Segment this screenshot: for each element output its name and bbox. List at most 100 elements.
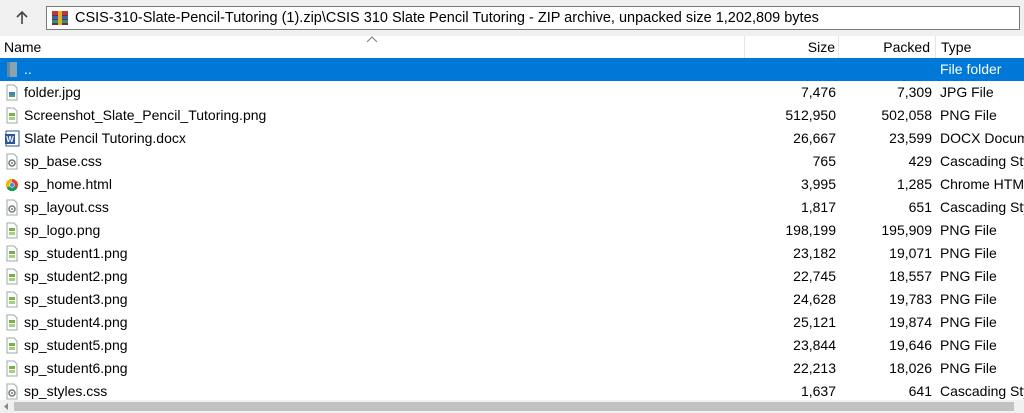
- list-item[interactable]: sp_student6.png 22,213 18,026 PNG File: [0, 357, 1024, 380]
- file-packed-size: 7,309: [896, 84, 932, 100]
- column-header-type[interactable]: Type: [941, 36, 971, 58]
- chrome-html-icon: [4, 176, 20, 193]
- file-type: Cascading Sty: [940, 153, 1024, 169]
- file-size: 512,950: [785, 107, 836, 123]
- file-name: sp_student2.png: [24, 268, 128, 284]
- file-size: 25,121: [793, 314, 836, 330]
- file-size: 26,667: [793, 130, 836, 146]
- file-name: sp_student6.png: [24, 360, 128, 376]
- column-separator[interactable]: [935, 36, 936, 58]
- file-name: sp_student1.png: [24, 245, 128, 261]
- png-file-icon: [4, 222, 20, 239]
- file-packed-size: 18,026: [889, 360, 932, 376]
- svg-text:W: W: [6, 135, 14, 144]
- file-type: PNG File: [940, 291, 997, 307]
- png-file-icon: [4, 107, 20, 124]
- address-path-box[interactable]: CSIS-310-Slate-Pencil-Tutoring (1).zip\C…: [46, 6, 1020, 30]
- file-size: 22,213: [793, 360, 836, 376]
- file-name: Screenshot_Slate_Pencil_Tutoring.png: [24, 107, 267, 123]
- list-item[interactable]: sp_student4.png 25,121 19,874 PNG File: [0, 311, 1024, 334]
- file-list[interactable]: .. File folder folder.jpg 7,476 7,309 JPG Fil…: [0, 58, 1024, 400]
- list-item-parent-folder[interactable]: .. File folder: [0, 58, 1024, 81]
- file-size: 765: [812, 153, 836, 169]
- png-file-icon: [4, 245, 20, 262]
- arrow-up-icon: [16, 10, 28, 24]
- horizontal-scroll-thumb[interactable]: [14, 402, 1014, 411]
- file-name: Slate Pencil Tutoring.docx: [24, 130, 186, 146]
- png-file-icon: [4, 314, 20, 331]
- file-type: Chrome HTM: [940, 176, 1024, 192]
- file-packed-size: 19,783: [889, 291, 932, 307]
- list-item[interactable]: sp_base.css 765 429 Cascading Sty: [0, 150, 1024, 173]
- file-name: sp_student5.png: [24, 337, 128, 353]
- file-type: DOCX Docum: [940, 130, 1024, 146]
- file-size: 23,182: [793, 245, 836, 261]
- image-file-icon: [4, 84, 20, 101]
- file-size: 1,817: [800, 199, 836, 215]
- list-item[interactable]: sp_layout.css 1,817 651 Cascading Sty: [0, 196, 1024, 219]
- address-path-text: CSIS-310-Slate-Pencil-Tutoring (1).zip\C…: [75, 10, 819, 26]
- scroll-left-icon[interactable]: [2, 402, 10, 411]
- png-file-icon: [4, 337, 20, 354]
- file-packed-size: 19,874: [889, 314, 932, 330]
- file-type: PNG File: [940, 314, 997, 330]
- css-file-icon: [4, 199, 20, 216]
- list-item[interactable]: sp_student3.png 24,628 19,783 PNG File: [0, 288, 1024, 311]
- column-header-packed[interactable]: Packed: [838, 36, 930, 58]
- horizontal-scrollbar[interactable]: [0, 400, 1024, 413]
- list-item[interactable]: sp_styles.css 1,637 641 Cascading Sty: [0, 380, 1024, 400]
- list-item[interactable]: sp_student5.png 23,844 19,646 PNG File: [0, 334, 1024, 357]
- png-file-icon: [4, 360, 20, 377]
- sort-ascending-icon: [366, 36, 378, 43]
- file-packed-size: 19,071: [889, 245, 932, 261]
- file-packed-size: [840, 58, 932, 81]
- file-size: [744, 58, 836, 81]
- file-packed-size: 502,058: [881, 107, 932, 123]
- file-packed-size: 23,599: [889, 130, 932, 146]
- file-packed-size: 1,285: [896, 176, 932, 192]
- file-size: 22,745: [793, 268, 836, 284]
- file-size: 7,476: [800, 84, 836, 100]
- up-folder-button[interactable]: [4, 4, 40, 32]
- file-size: 23,844: [793, 337, 836, 353]
- png-file-icon: [4, 268, 20, 285]
- css-file-icon: [4, 153, 20, 170]
- file-type: PNG File: [940, 107, 997, 123]
- file-name: sp_student4.png: [24, 314, 128, 330]
- list-item[interactable]: folder.jpg 7,476 7,309 JPG File: [0, 81, 1024, 104]
- list-item[interactable]: sp_home.html 3,995 1,285 Chrome HTM: [0, 173, 1024, 196]
- file-size: 24,628: [793, 291, 836, 307]
- file-name: sp_layout.css: [24, 199, 109, 215]
- column-header-row: Name Size Packed Type: [0, 36, 1024, 59]
- file-name: sp_styles.css: [24, 383, 108, 399]
- file-name: sp_home.html: [24, 176, 112, 192]
- file-type: PNG File: [940, 222, 997, 238]
- file-packed-size: 429: [908, 153, 932, 169]
- list-item[interactable]: sp_student1.png 23,182 19,071 PNG File: [0, 242, 1024, 265]
- file-name: ..: [24, 61, 32, 77]
- column-header-size[interactable]: Size: [744, 36, 835, 58]
- file-packed-size: 19,646: [889, 337, 932, 353]
- list-item[interactable]: W Slate Pencil Tutoring.docx 26,667 23,599 D…: [0, 127, 1024, 150]
- file-size: 1,637: [800, 383, 836, 399]
- list-item[interactable]: Screenshot_Slate_Pencil_Tutoring.png 512,…: [0, 104, 1024, 127]
- file-type: File folder: [940, 61, 1002, 77]
- address-toolbar: CSIS-310-Slate-Pencil-Tutoring (1).zip\C…: [0, 0, 1024, 36]
- file-packed-size: 195,909: [881, 222, 932, 238]
- file-packed-size: 651: [908, 199, 932, 215]
- file-type: Cascading Sty: [940, 383, 1024, 399]
- file-type: Cascading Sty: [940, 199, 1024, 215]
- file-type: PNG File: [940, 337, 997, 353]
- png-file-icon: [4, 291, 20, 308]
- list-item[interactable]: sp_student2.png 22,745 18,557 PNG File: [0, 265, 1024, 288]
- list-item[interactable]: sp_logo.png 198,199 195,909 PNG File: [0, 219, 1024, 242]
- file-type: PNG File: [940, 268, 997, 284]
- folder-icon: [4, 61, 20, 78]
- column-header-name[interactable]: Name: [4, 36, 41, 58]
- file-name: sp_student3.png: [24, 291, 128, 307]
- winrar-archive-icon: [52, 11, 68, 25]
- file-size: 3,995: [800, 176, 836, 192]
- file-size: 198,199: [785, 222, 836, 238]
- word-file-icon: W: [4, 130, 20, 147]
- file-packed-size: 641: [908, 383, 932, 399]
